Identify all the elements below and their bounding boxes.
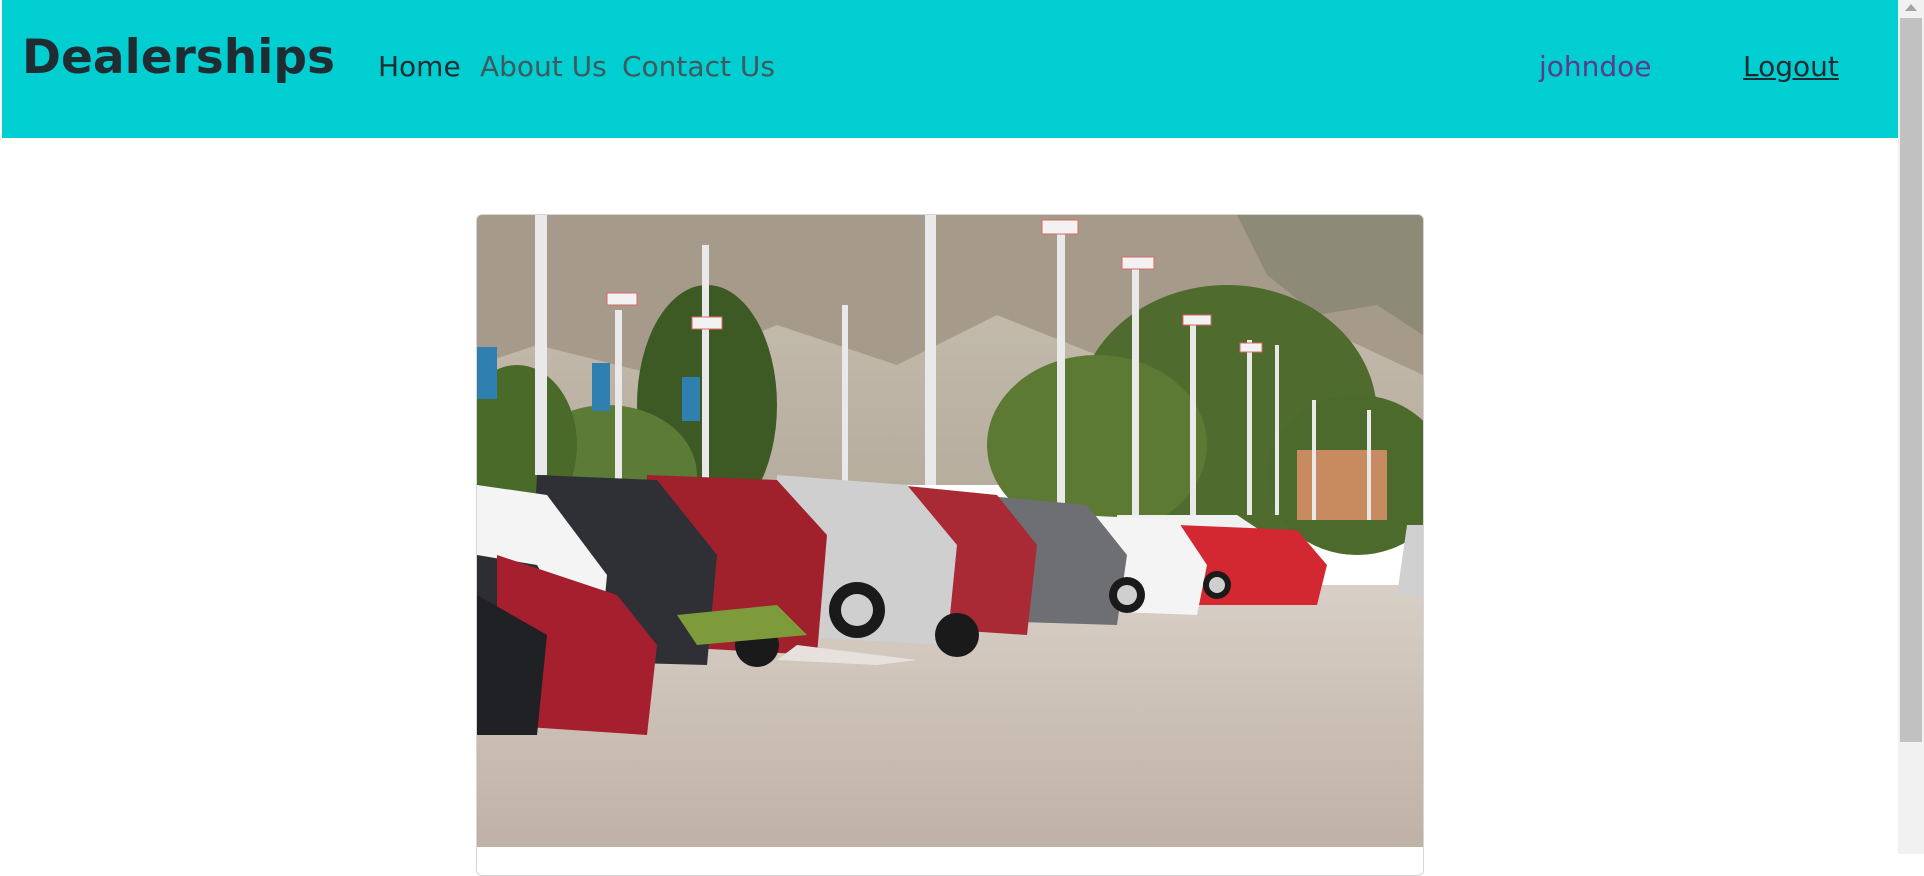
username-label[interactable]: johndoe [1539,49,1652,85]
hero-card [476,214,1424,876]
car-lot-image [477,215,1423,847]
nav-about-link[interactable]: About Us [480,49,607,85]
card-caption [477,847,1423,875]
top-navbar: Dealerships Home About Us Contact Us joh… [2,0,1898,138]
brand-title[interactable]: Dealerships [22,30,335,85]
nav-contact-link[interactable]: Contact Us [622,49,775,85]
scrollbar-thumb[interactable] [1900,18,1922,742]
scroll-up-arrow-icon[interactable] [1905,4,1917,11]
nav-home-link[interactable]: Home [378,49,461,85]
logout-link[interactable]: Logout [1743,49,1839,85]
